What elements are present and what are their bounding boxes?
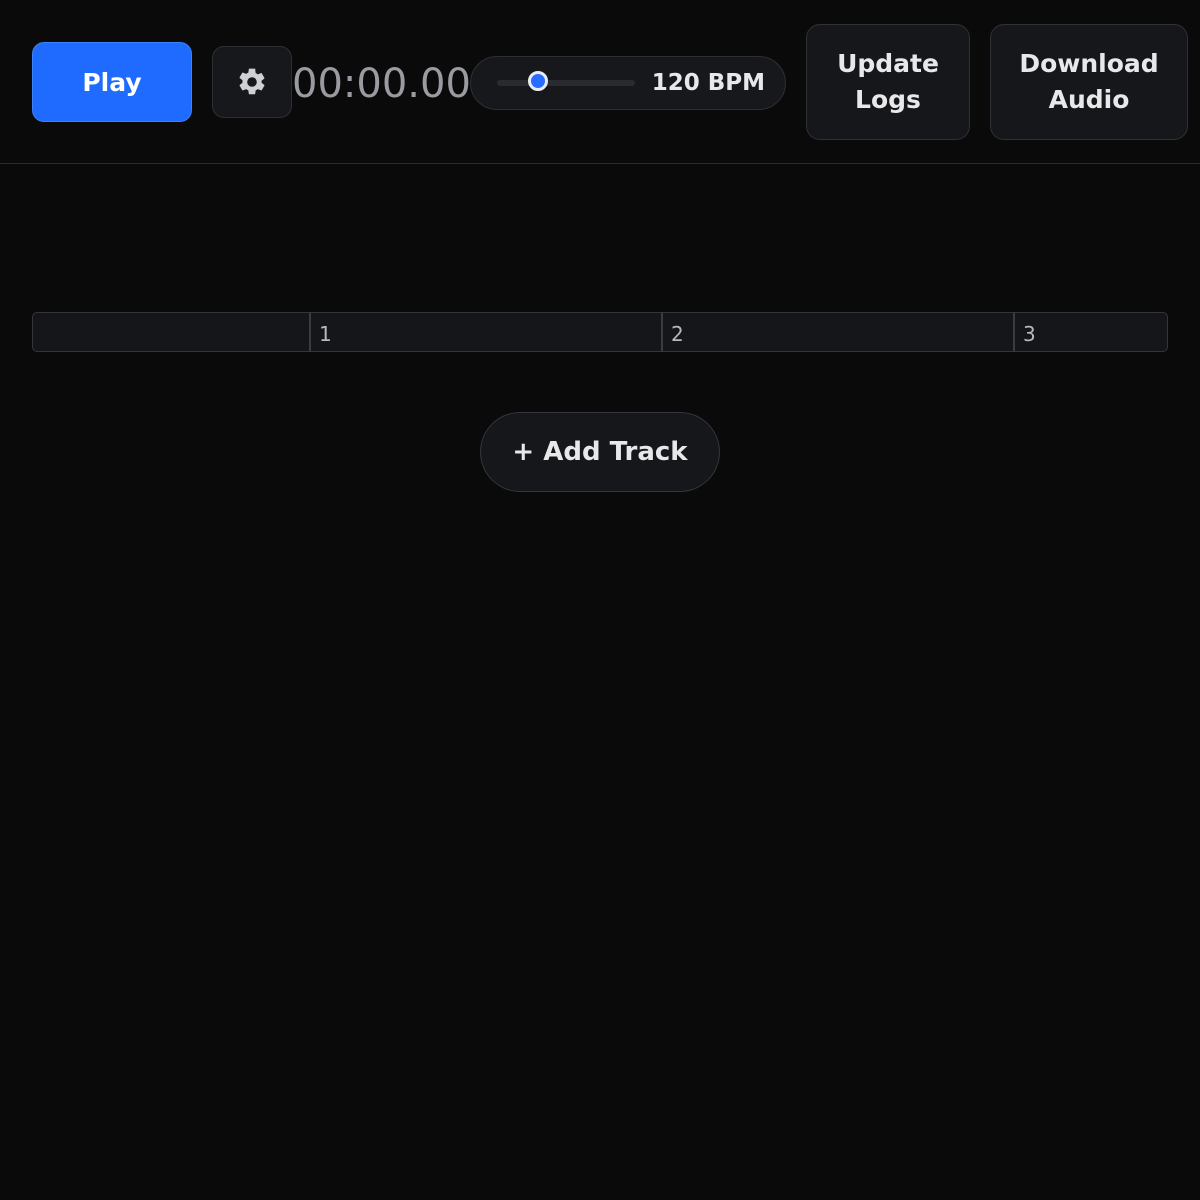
update-logs-label-line2: Logs [855,85,921,114]
bar-number: 3 [1023,322,1036,346]
toolbar: Play 00:00.00 120 BPM Update Logs Downlo… [0,0,1200,164]
play-button-label: Play [82,67,142,97]
timeline-ruler[interactable]: 1 2 3 [32,312,1168,352]
add-track-label: + Add Track [512,437,688,467]
download-audio-button[interactable]: Download Audio [990,24,1188,140]
tempo-label: 120 BPM [651,70,765,96]
bar-number: 2 [671,322,684,346]
update-logs-button[interactable]: Update Logs [806,24,970,140]
tempo-control: 120 BPM [470,56,786,110]
download-audio-label-line2: Audio [1048,85,1130,114]
time-display: 00:00.00 [292,61,471,107]
tempo-slider-track[interactable] [497,80,635,86]
play-button[interactable]: Play [32,42,192,122]
update-logs-label-line1: Update [837,49,939,78]
gear-icon [236,66,268,98]
bar-marker: 2 [661,313,1013,351]
download-audio-label-line1: Download [1019,49,1159,78]
bar-marker: 1 [309,313,661,351]
bar-number: 1 [319,322,332,346]
settings-button[interactable] [212,46,292,118]
tempo-slider-thumb[interactable] [528,71,549,91]
bar-marker: 3 [1013,313,1167,351]
add-track-button[interactable]: + Add Track [480,412,720,492]
